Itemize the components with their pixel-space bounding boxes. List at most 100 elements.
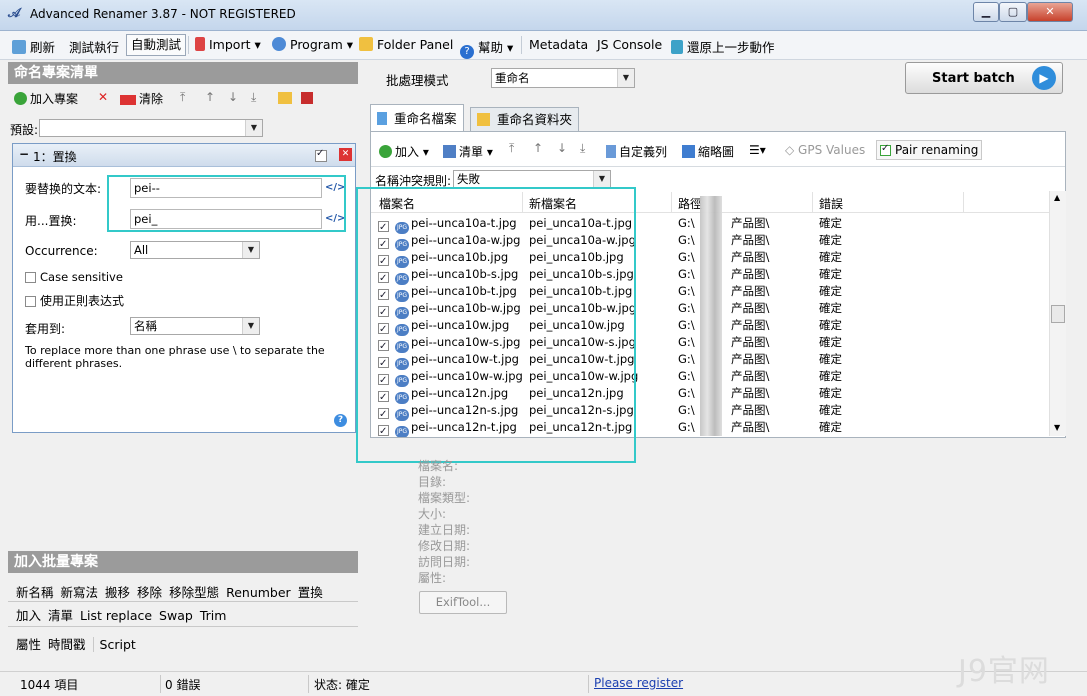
refresh-button[interactable]: 刷新	[12, 37, 55, 55]
delete-icon[interactable]: ✕	[98, 90, 108, 110]
undo-button[interactable]: 還原上一步動作	[671, 37, 775, 55]
batch-remove[interactable]: 移除	[137, 585, 162, 600]
file-property-label: 訪問日期:	[418, 555, 471, 569]
batch-new-case[interactable]: 新寫法	[61, 585, 99, 600]
test-run-button[interactable]: 測試執行	[69, 37, 119, 55]
regex-checkbox[interactable]: 使用正則表达式	[25, 292, 124, 309]
move-up-icon[interactable]: ↑	[205, 90, 215, 110]
start-batch-button[interactable]: Start batch ▶	[905, 62, 1063, 94]
conflict-rule-dropdown[interactable]: 失敗 ▼	[453, 170, 611, 188]
preset-dropdown[interactable]: ▼	[39, 119, 263, 137]
batch-mode-dropdown[interactable]: 重命名 ▼	[491, 68, 635, 88]
clear-list-button[interactable]: 清單 ▾	[443, 143, 493, 160]
add-files-button[interactable]: 加入 ▾	[379, 143, 429, 160]
scroll-down-icon[interactable]: ▼	[1054, 423, 1060, 432]
divider	[8, 626, 358, 627]
folder-panel-label: Folder Panel	[377, 37, 454, 52]
checkbox-box	[25, 296, 36, 307]
cell-path: G:\	[678, 233, 695, 247]
maximize-button[interactable]: ▢	[999, 2, 1027, 22]
batch-trim[interactable]: Trim	[200, 608, 227, 623]
help-icon[interactable]: ?	[334, 414, 347, 427]
batch-swap[interactable]: Swap	[159, 608, 193, 623]
column-path[interactable]: 路徑	[678, 195, 702, 212]
tab-rename-files[interactable]: 重命名檔案	[370, 104, 464, 131]
thumbnails-label: 縮略圖	[698, 145, 735, 159]
clear-methods-button[interactable]: 清除	[120, 90, 163, 110]
highlight-box	[107, 175, 346, 232]
gps-values-button[interactable]: ◇ GPS Values	[785, 143, 865, 157]
conflict-rule-value: 失敗	[457, 172, 480, 186]
batch-remove-pattern[interactable]: 移除型態	[169, 585, 219, 600]
register-link[interactable]: Please register	[594, 676, 683, 690]
cell-path-tail: 产品图\	[731, 335, 770, 349]
cell-status: 確定	[819, 352, 842, 366]
batch-list[interactable]: 清單	[48, 608, 73, 623]
batch-new-name[interactable]: 新名稱	[16, 585, 54, 600]
main-toolbar: 刷新 測試執行 自動測試 Import ▾ Program ▾ Folder P…	[0, 31, 1087, 60]
batch-script[interactable]: Script	[92, 637, 136, 652]
tab-rename-folders[interactable]: 重命名資料夾	[470, 107, 579, 131]
save-icon[interactable]	[301, 92, 313, 104]
move-up-icon[interactable]: ↑	[533, 141, 543, 155]
case-sensitive-checkbox[interactable]: Case sensitive	[25, 270, 123, 284]
move-bottom-icon[interactable]: ⤓	[251, 90, 256, 110]
batch-timestamp[interactable]: 時間戳	[48, 637, 86, 652]
metadata-button[interactable]: Metadata	[529, 37, 588, 53]
move-down-icon[interactable]: ↓	[228, 90, 238, 110]
js-console-button[interactable]: JS Console	[597, 37, 662, 53]
open-folder-icon[interactable]	[278, 92, 292, 104]
column-divider	[812, 192, 813, 212]
cell-status: 確定	[819, 386, 842, 400]
cell-path-tail: 产品图\	[731, 301, 770, 315]
batch-add[interactable]: 加入	[16, 608, 41, 623]
cell-path: G:\	[678, 284, 695, 298]
import-menu[interactable]: Import ▾	[195, 37, 261, 53]
apply-to-label: 套用到:	[25, 322, 66, 336]
exiftool-button[interactable]: ExifTool...	[419, 591, 507, 614]
move-down-icon[interactable]: ↓	[557, 141, 567, 155]
batch-list-replace[interactable]: List replace	[80, 608, 152, 623]
grid-scrollbar[interactable]: ▲ ▼	[1049, 191, 1066, 436]
thumbnails-button[interactable]: 縮略圖	[682, 143, 734, 160]
minimize-button[interactable]: ▁	[973, 2, 999, 22]
close-button[interactable]: ✕	[1027, 2, 1073, 22]
auto-test-button[interactable]: 自動測試	[126, 34, 187, 56]
import-label: Import ▾	[209, 37, 261, 52]
batch-move[interactable]: 搬移	[105, 585, 130, 600]
scroll-thumb[interactable]	[1051, 305, 1065, 323]
app-logo-icon: 𝒜	[8, 6, 21, 21]
file-property-label: 修改日期:	[418, 539, 471, 553]
move-bottom-icon[interactable]: ⤓	[580, 141, 585, 156]
add-icon	[14, 92, 27, 105]
start-batch-label: Start batch	[932, 71, 1015, 86]
scroll-up-icon[interactable]: ▲	[1054, 193, 1060, 202]
replace-label: 要替换的文本:	[25, 182, 102, 196]
file-property-label: 建立日期:	[418, 523, 471, 537]
batch-attributes[interactable]: 屬性	[16, 637, 41, 652]
custom-columns-button[interactable]: 自定義列	[606, 143, 667, 160]
cell-path: G:\	[678, 301, 695, 315]
column-error[interactable]: 錯誤	[819, 195, 843, 212]
batch-mode-label: 批處理模式	[386, 73, 449, 88]
collapse-icon[interactable]: −	[19, 147, 29, 161]
replace-with-label: 用...置换:	[25, 214, 77, 228]
pair-renaming-toggle[interactable]: Pair renaming	[876, 140, 983, 160]
clear-list-label: 清單	[459, 145, 484, 159]
batch-renumber[interactable]: Renumber	[226, 585, 291, 600]
add-method-button[interactable]: 加入專案	[14, 90, 78, 110]
occurrence-dropdown[interactable]: All ▼	[130, 241, 260, 259]
cell-status: 確定	[819, 267, 842, 281]
apply-to-dropdown[interactable]: 名稱 ▼	[130, 317, 260, 335]
move-top-icon[interactable]: ⤒	[180, 90, 185, 110]
method-enabled-checkbox[interactable]	[315, 148, 327, 162]
folder-panel-button[interactable]: Folder Panel	[359, 37, 453, 53]
help-menu[interactable]: ? 幫助 ▾	[460, 37, 513, 59]
batch-replace[interactable]: 置換	[298, 585, 323, 600]
chevron-down-icon: ▼	[593, 171, 610, 187]
remove-method-icon[interactable]: ✕	[339, 148, 352, 161]
view-options-menu[interactable]: ☰▾	[749, 143, 766, 157]
program-menu[interactable]: Program ▾	[272, 37, 353, 53]
cell-status: 確定	[819, 403, 842, 417]
move-top-icon[interactable]: ⤒	[509, 141, 514, 156]
